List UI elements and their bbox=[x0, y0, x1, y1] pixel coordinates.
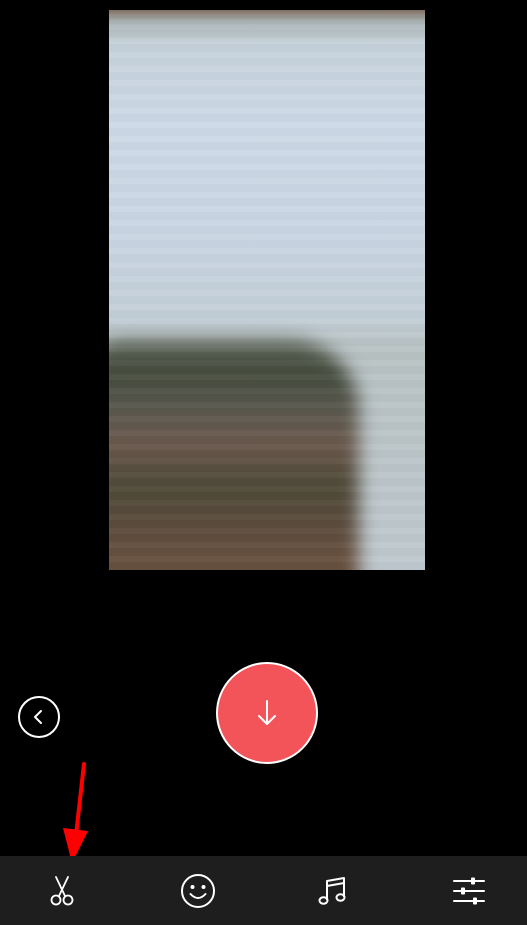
sticker-tool-button[interactable] bbox=[178, 871, 218, 911]
adjust-tool-button[interactable] bbox=[449, 871, 489, 911]
preview-texture bbox=[109, 10, 425, 570]
arrow-down-icon bbox=[258, 700, 276, 725]
video-editor-screen bbox=[0, 0, 527, 925]
music-tool-button[interactable] bbox=[313, 871, 353, 911]
sliders-icon bbox=[452, 877, 485, 904]
bottom-toolbar bbox=[0, 856, 527, 925]
back-button[interactable] bbox=[18, 696, 60, 738]
chevron-left-icon bbox=[34, 710, 42, 724]
download-button[interactable] bbox=[216, 662, 318, 764]
music-note-icon bbox=[318, 876, 346, 905]
trim-tool-button[interactable] bbox=[42, 871, 82, 911]
scissors-icon bbox=[50, 875, 74, 905]
smiley-icon bbox=[180, 873, 215, 908]
video-preview[interactable] bbox=[109, 10, 425, 570]
red-arrow-annotation bbox=[63, 762, 88, 863]
